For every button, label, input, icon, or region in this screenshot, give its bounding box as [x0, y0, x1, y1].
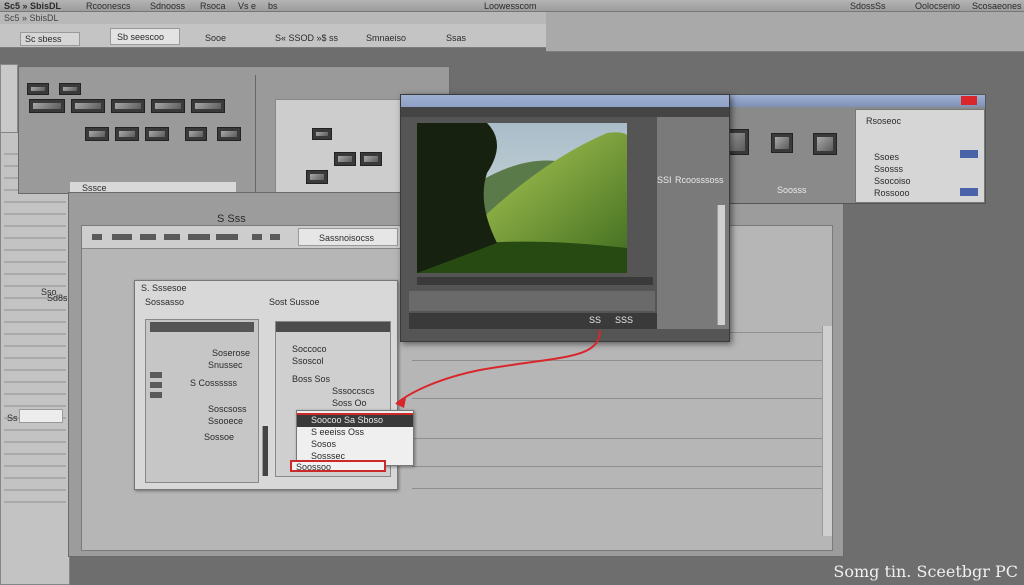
connector-arrow	[395, 329, 601, 408]
watermark: Somg tin. Sceetbgr PC	[833, 562, 1018, 581]
